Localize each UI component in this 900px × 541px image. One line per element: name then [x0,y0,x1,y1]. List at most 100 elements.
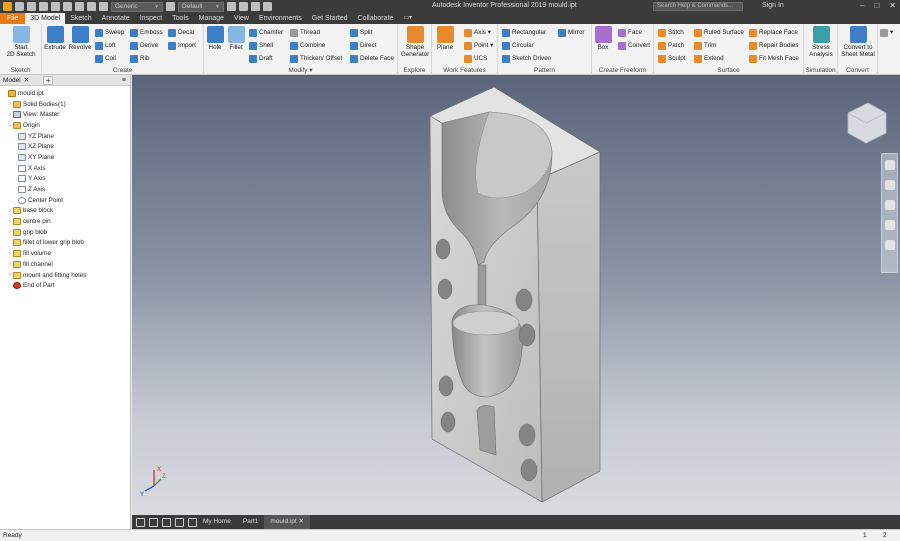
browser-node[interactable]: › Solid Bodies(1) [0,99,130,110]
select-icon[interactable] [87,2,96,11]
browser-node[interactable]: › centre pin [0,216,130,227]
close-icon[interactable]: ✕ [889,1,896,10]
graphics-viewport[interactable]: X Y Z [132,75,900,515]
fillet-button[interactable]: Fillet [226,26,246,51]
tab-3d-model[interactable]: 3D Model [25,13,66,24]
fit-mesh-face-button[interactable]: Fit Mesh Face [749,54,799,63]
arrange-horizontal-icon[interactable] [162,517,171,527]
tab-tools[interactable]: Tools [167,13,193,24]
browser-node[interactable]: ⌄ Origin [0,120,130,131]
browser-node[interactable]: XY Plane [0,152,130,163]
cascade-icon[interactable] [149,517,158,527]
loft-button[interactable]: Loft [95,41,116,50]
save-icon[interactable] [39,2,48,11]
browser-node[interactable]: › fill volume [0,248,130,259]
look-at-icon[interactable] [884,240,895,250]
sign-in-link[interactable]: Sign In [762,2,784,9]
redo-icon[interactable] [63,2,72,11]
rib-button[interactable]: Rib [130,54,149,63]
browser-tab-model[interactable]: Model [0,77,24,84]
tab-view[interactable]: View [229,13,254,24]
axis-button[interactable]: Axis ▾ [464,28,491,37]
maximize-icon[interactable]: □ [874,1,879,10]
minimize-icon[interactable]: – [860,1,864,10]
thread-button[interactable]: Thread [290,28,320,37]
parameters-icon[interactable] [251,2,260,11]
browser-node[interactable]: fillet of lower grip blob [0,238,130,249]
extrude-button[interactable]: Extrude [44,26,66,51]
browser-node[interactable]: XZ Plane [0,141,130,152]
doc-menu-icon[interactable] [188,517,197,527]
browser-node[interactable]: › fill channel [0,259,130,270]
start-sketch-button[interactable]: Start 2D Sketch [5,26,37,58]
sculpt-button[interactable]: Sculpt [658,54,686,63]
appearance-dropdown[interactable]: Default ▼ [178,1,224,12]
stress-analysis-button[interactable]: Stress Analysis [805,26,837,58]
split-button[interactable]: Split [350,28,372,37]
plane-button[interactable]: Plane [435,26,455,51]
browser-add-button[interactable]: + [43,75,54,85]
panel-options-icon[interactable]: ▭▾ [398,13,417,24]
pan-icon[interactable] [884,180,895,190]
browser-node[interactable]: › View: Master [0,109,130,120]
ucs-button[interactable]: UCS [464,54,487,63]
view-cube[interactable] [847,102,887,144]
browser-node[interactable]: › mount and fitting holes [0,270,130,281]
shell-button[interactable]: Shell [249,41,273,50]
inventor-logo-icon[interactable] [3,2,12,11]
material-dropdown[interactable]: Generic ▼ [111,1,163,12]
decal-button[interactable]: Decal [168,28,194,37]
doc-tab-my-home[interactable]: My Home [197,515,237,529]
chamfer-button[interactable]: Chamfer [249,28,283,37]
browser-node[interactable]: YZ Plane [0,131,130,142]
emboss-button[interactable]: Emboss [130,28,163,37]
browser-close-icon[interactable]: ✕ [24,76,29,84]
patch-button[interactable]: Patch [658,41,684,50]
material-icon[interactable] [99,2,108,11]
zoom-icon[interactable] [884,200,895,210]
open-file-icon[interactable] [27,2,36,11]
face-button[interactable]: Face [618,28,642,37]
repair-bodies-button[interactable]: Repair Bodies [749,41,799,50]
tile-icon[interactable] [136,517,145,527]
adjust-icon[interactable] [239,2,248,11]
browser-node[interactable]: Y Axis [0,174,130,185]
undo-icon[interactable] [51,2,60,11]
extend-button[interactable]: Extend [694,54,724,63]
circular-pattern-button[interactable]: Circular [502,41,534,50]
tab-file[interactable]: File [0,13,26,24]
search-input[interactable]: Search Help & Commands... [653,2,743,11]
derive-button[interactable]: Derive [130,41,158,50]
direct-button[interactable]: Direct [350,41,376,50]
panel-modify-label[interactable]: Modify ▾ [204,66,397,74]
arrange-vertical-icon[interactable] [175,517,184,527]
tab-manage[interactable]: Manage [194,13,229,24]
box-button[interactable]: Box [594,26,612,51]
trim-button[interactable]: Trim [694,41,716,50]
browser-node[interactable]: › base block [0,206,130,217]
hole-button[interactable]: Hole [206,26,224,51]
sweep-button[interactable]: Sweep [95,28,124,37]
point-button[interactable]: Point ▾ [464,41,493,50]
browser-menu-icon[interactable]: ≡ [122,77,126,84]
new-file-icon[interactable] [15,2,24,11]
home-icon[interactable] [75,2,84,11]
tab-collaborate[interactable]: Collaborate [353,13,399,24]
orbit-icon[interactable] [884,220,895,230]
rectangular-pattern-button[interactable]: Rectangular [502,28,546,37]
ruled-surface-button[interactable]: Ruled Surface [694,28,744,37]
delete-face-button[interactable]: Delete Face [350,54,394,63]
combine-button[interactable]: Combine [290,41,325,50]
tab-get-started[interactable]: Get Started [307,13,353,24]
thicken-offset-button[interactable]: Thicken/ Offset [290,54,342,63]
doc-tab-mould[interactable]: mould.ipt ✕ [264,515,310,529]
replace-face-button[interactable]: Replace Face [749,28,798,37]
browser-node[interactable]: › grip blob [0,227,130,238]
doc-tab-part1[interactable]: Part1 [237,515,265,529]
tab-inspect[interactable]: Inspect [135,13,168,24]
customize-icon[interactable] [263,2,272,11]
mirror-button[interactable]: Mirror [558,28,584,37]
browser-node[interactable]: mould.ipt [0,88,130,99]
convert-button[interactable]: Convert [618,41,650,50]
shape-generator-button[interactable]: Shape Generator [399,26,431,58]
